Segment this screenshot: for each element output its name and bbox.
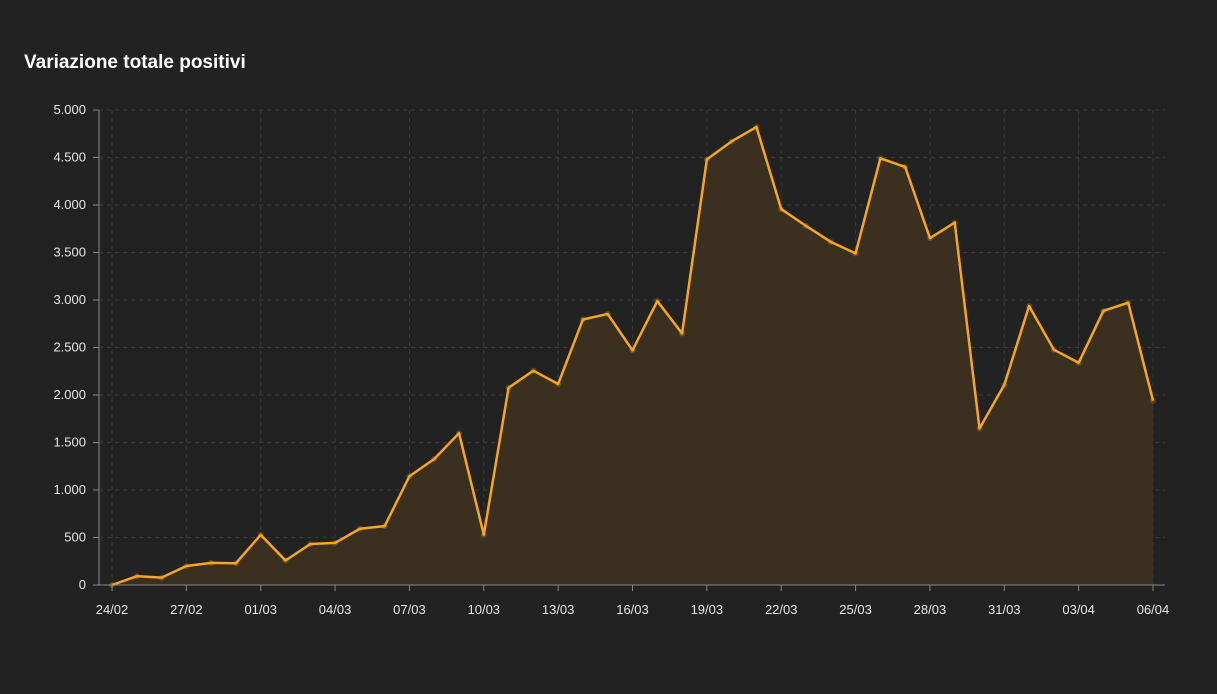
data-point [158,574,165,581]
y-tick-label: 5.000 [53,102,86,117]
data-point [381,523,388,530]
y-tick-label: 2.500 [53,340,86,355]
x-tick-label: 16/03 [616,602,649,617]
x-tick-label: 31/03 [988,602,1021,617]
data-point [332,539,339,546]
x-tick-label: 04/03 [319,602,352,617]
x-tick-label: 06/04 [1137,602,1170,617]
data-point [109,582,115,588]
y-tick-label: 2.000 [53,387,86,402]
x-tick-labels: 24/02 27/02 01/03 04/03 07/03 10/03 13/03 16/03… [96,602,1170,617]
data-point [579,316,586,323]
y-tick-labels: 0 500 1.000 1.500 2.000 2.500 3.000 3.500 4.000 4… [53,102,86,592]
data-point [852,250,859,257]
y-tick-label: 0 [79,577,86,592]
chart-plot: 0 500 1.000 1.500 2.000 2.500 3.000 3.500 4.000 4… [53,102,1170,617]
data-point [827,238,834,245]
data-point [307,541,314,548]
data-point [1100,307,1107,314]
data-point [902,163,909,170]
x-tick-label: 01/03 [244,602,277,617]
data-point [555,380,562,387]
data-point [431,456,438,463]
data-point [629,347,636,354]
x-tick-label: 07/03 [393,602,426,617]
x-tick-label: 28/03 [914,602,947,617]
data-point [282,557,289,564]
data-point [406,473,413,480]
data-point [877,155,884,162]
data-point [1075,359,1082,366]
data-point [604,310,611,317]
data-point [1050,346,1057,353]
data-point [803,222,809,229]
x-tick-label: 27/02 [170,602,203,617]
data-point [456,430,462,437]
x-tick-label: 13/03 [542,602,575,617]
x-tick-label: 24/02 [96,602,129,617]
x-tick-label: 25/03 [839,602,872,617]
y-tick-label: 3.500 [53,245,86,260]
data-point [133,573,140,580]
data-point [208,559,215,566]
x-tick-label: 10/03 [468,602,501,617]
x-tick-label: 22/03 [765,602,798,617]
data-point [703,156,710,163]
data-point [1001,381,1008,388]
data-point [926,235,933,242]
data-point [1026,302,1033,309]
data-point [778,206,785,213]
data-point [530,367,537,374]
data-point [480,531,487,538]
data-point [356,525,363,532]
data-point [728,138,735,145]
data-point [976,425,983,432]
area-fill [112,127,1153,585]
x-tick-label: 03/04 [1062,602,1095,617]
data-point [679,330,686,337]
y-tick-label: 500 [64,530,86,545]
y-tick-label: 1.500 [53,435,86,450]
data-point [1125,299,1132,306]
y-tick-label: 4.500 [53,150,86,165]
data-point [951,219,958,226]
y-tick-label: 1.000 [53,482,86,497]
x-tick-label: 19/03 [691,602,724,617]
data-point [257,531,264,538]
data-point [505,384,512,391]
data-point [753,124,760,130]
data-point [183,563,190,569]
data-point [1150,397,1156,404]
y-tick-label: 4.000 [53,197,86,212]
data-point [654,298,661,305]
y-tick-label: 3.000 [53,292,86,307]
data-point [232,560,239,567]
